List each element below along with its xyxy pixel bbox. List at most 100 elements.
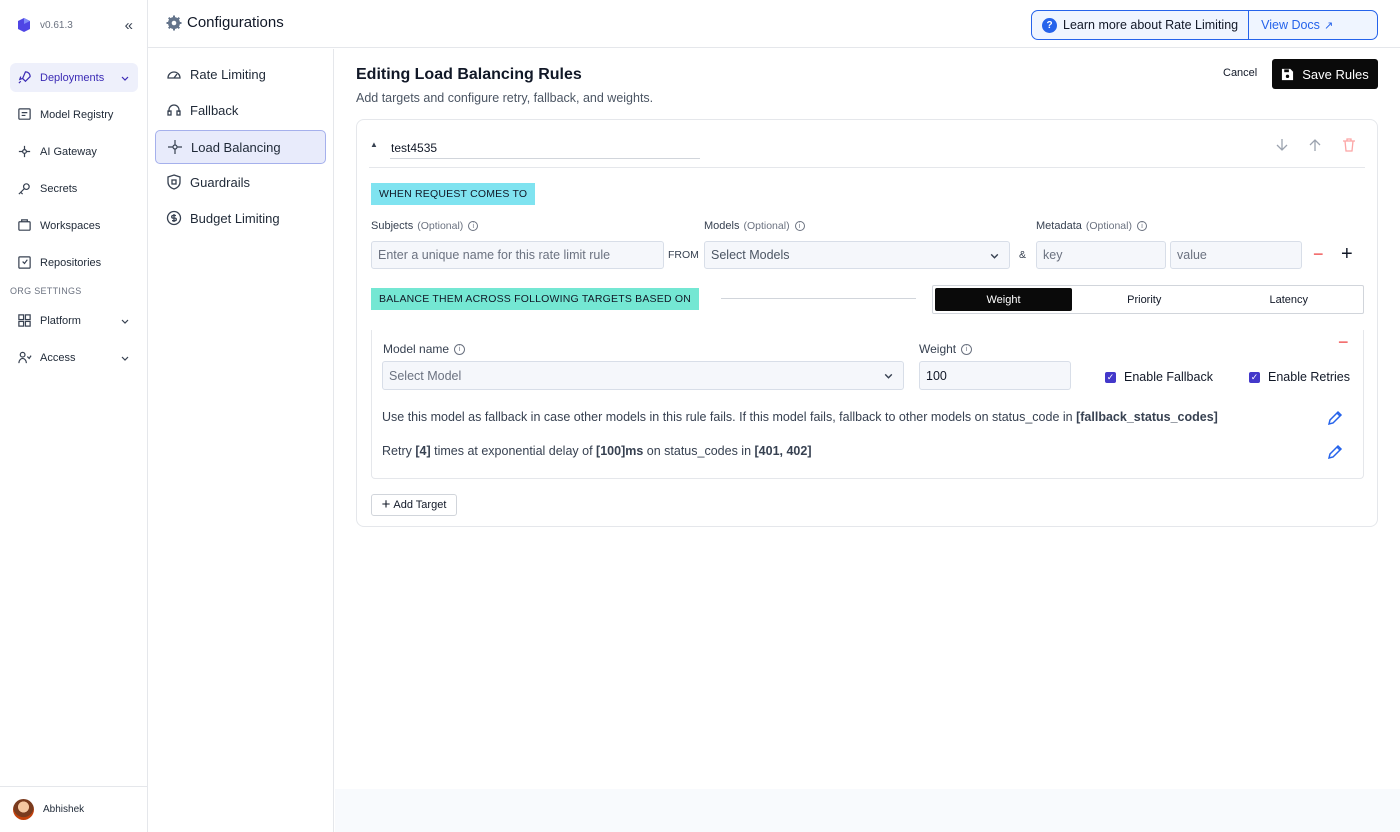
edit-fallback-icon[interactable]	[1327, 410, 1343, 426]
subjects-label: Subjects (Optional) i	[371, 220, 479, 232]
user-name: Abhishek	[43, 804, 85, 815]
dollar-icon	[166, 210, 182, 226]
sidebar-item-access[interactable]: Access	[10, 343, 138, 372]
app-root: v0.61.3 « Deployments Model Registry AI …	[0, 0, 1400, 832]
enable-retries-checkbox[interactable]: ✓ Enable Retries	[1249, 370, 1350, 384]
workspace-icon	[18, 219, 31, 231]
enable-fallback-checkbox[interactable]: ✓ Enable Fallback	[1105, 370, 1213, 384]
subnav-item-fallback[interactable]: Fallback	[155, 93, 326, 127]
mode-latency[interactable]: Latency	[1217, 288, 1362, 311]
info-icon: i	[961, 343, 973, 355]
remove-metadata-icon[interactable]: −	[1313, 245, 1324, 263]
models-label-text: Models	[704, 220, 740, 232]
save-rules-button[interactable]: Save Rules	[1272, 59, 1378, 89]
move-down-icon[interactable]	[1274, 137, 1290, 153]
registry-icon	[18, 108, 31, 120]
weight-label-text: Weight	[919, 342, 957, 356]
subnav-item-load-balancing[interactable]: Load Balancing	[155, 130, 326, 164]
user-profile[interactable]: Abhishek	[0, 786, 147, 832]
fallback-text: Use this model as fallback in case other…	[382, 410, 1073, 424]
edit-retry-icon[interactable]	[1327, 444, 1343, 460]
connector-line	[721, 298, 916, 299]
enable-fallback-label: Enable Fallback	[1124, 370, 1213, 384]
cancel-button[interactable]: Cancel	[1223, 67, 1257, 79]
info-icon: i	[468, 221, 479, 231]
sidebar-header: v0.61.3 «	[0, 0, 147, 50]
header-title: Configurations	[187, 14, 284, 31]
collapse-sidebar-icon[interactable]: «	[125, 17, 133, 34]
main-footer-area	[335, 789, 1400, 832]
mode-weight[interactable]: Weight	[935, 288, 1072, 311]
sidebar-item-deployments[interactable]: Deployments	[10, 63, 138, 92]
info-icon: i	[794, 221, 805, 231]
save-icon	[1282, 68, 1294, 80]
metadata-value-input[interactable]: value	[1170, 241, 1302, 269]
users-icon	[18, 351, 32, 364]
chevron-down-icon	[884, 373, 893, 379]
chevron-down-icon	[121, 76, 129, 81]
subjects-input[interactable]: Enter a unique name for this rate limit …	[371, 241, 664, 269]
sidebar-item-secrets[interactable]: Secrets	[10, 174, 138, 203]
checkbox-checked-icon: ✓	[1249, 371, 1260, 383]
weight-input[interactable]: 100	[919, 361, 1071, 390]
subnav-item-label: Rate Limiting	[190, 66, 266, 82]
rule-name-input[interactable]	[390, 137, 700, 159]
avatar	[13, 799, 34, 820]
grid-icon	[18, 314, 31, 327]
models-label: Models (Optional) i	[704, 220, 805, 232]
model-select[interactable]: Select Model	[382, 361, 904, 390]
retry-text-1: Retry	[382, 444, 412, 458]
weight-label: Weight i	[919, 342, 973, 356]
sidebar-item-repositories[interactable]: Repositories	[10, 248, 138, 277]
banner-divider	[1248, 11, 1250, 39]
config-subnav: Rate Limiting Fallback Load Balancing Gu…	[148, 49, 334, 832]
view-docs-link[interactable]: View Docs	[1261, 18, 1320, 32]
mode-priority[interactable]: Priority	[1072, 288, 1217, 311]
add-metadata-icon[interactable]: +	[1341, 244, 1353, 264]
banner-text: Learn more about Rate Limiting	[1063, 18, 1239, 32]
plus-icon: +	[381, 496, 391, 513]
chevron-down-icon	[990, 253, 999, 259]
sidebar-item-platform[interactable]: Platform	[10, 306, 138, 335]
checkbox-checked-icon: ✓	[1105, 371, 1116, 383]
docs-banner: ? Learn more about Rate Limiting View Do…	[1031, 10, 1378, 40]
sidebar-item-label: AI Gateway	[40, 145, 97, 158]
sidebar-item-ai-gateway[interactable]: AI Gateway	[10, 137, 138, 166]
remove-target-icon[interactable]: −	[1338, 333, 1349, 351]
optional-text: (Optional)	[417, 220, 464, 232]
repository-icon	[18, 256, 31, 269]
page-subtitle: Add targets and configure retry, fallbac…	[356, 91, 654, 105]
optional-text: (Optional)	[1085, 220, 1132, 232]
retry-codes: [401, 402]	[754, 444, 812, 458]
add-target-button[interactable]: + Add Target	[371, 494, 457, 516]
metadata-label-text: Metadata	[1036, 220, 1082, 232]
sidebar-item-workspaces[interactable]: Workspaces	[10, 211, 138, 240]
trash-icon[interactable]	[1341, 137, 1357, 153]
model-name-label: Model name i	[383, 342, 466, 356]
gauge-icon	[167, 71, 181, 79]
sidebar-item-model-registry[interactable]: Model Registry	[10, 100, 138, 129]
balance-mode-toggle: Weight Priority Latency	[932, 285, 1364, 314]
retry-delay: [100]ms	[596, 444, 644, 458]
models-select[interactable]: Select Models	[704, 241, 1010, 269]
subjects-label-text: Subjects	[371, 220, 414, 232]
load-balance-icon	[168, 140, 182, 154]
subnav-item-guardrails[interactable]: Guardrails	[155, 165, 326, 199]
app-version: v0.61.3	[40, 19, 73, 31]
subnav-item-rate-limiting[interactable]: Rate Limiting	[155, 57, 326, 91]
shield-icon	[167, 174, 181, 190]
move-up-icon[interactable]	[1307, 137, 1323, 153]
collapse-rule-icon[interactable]: ▲	[370, 140, 378, 149]
sidebar-item-label: Platform	[40, 314, 81, 327]
sidebar-item-label: Access	[40, 351, 76, 364]
subnav-item-label: Budget Limiting	[190, 210, 280, 226]
rule-card: ▲ WHEN REQUEST COMES TO Subjects (Option…	[356, 119, 1378, 527]
external-link-icon[interactable]: ↗	[1324, 19, 1333, 32]
retry-count: [4]	[415, 444, 431, 458]
and-label: &	[1019, 249, 1027, 261]
main-content: Editing Load Balancing Rules Add targets…	[335, 49, 1400, 832]
top-header: Configurations ? Learn more about Rate L…	[148, 0, 1400, 48]
info-icon: i	[1136, 221, 1147, 231]
metadata-key-input[interactable]: key	[1036, 241, 1166, 269]
subnav-item-budget-limiting[interactable]: Budget Limiting	[155, 201, 326, 235]
